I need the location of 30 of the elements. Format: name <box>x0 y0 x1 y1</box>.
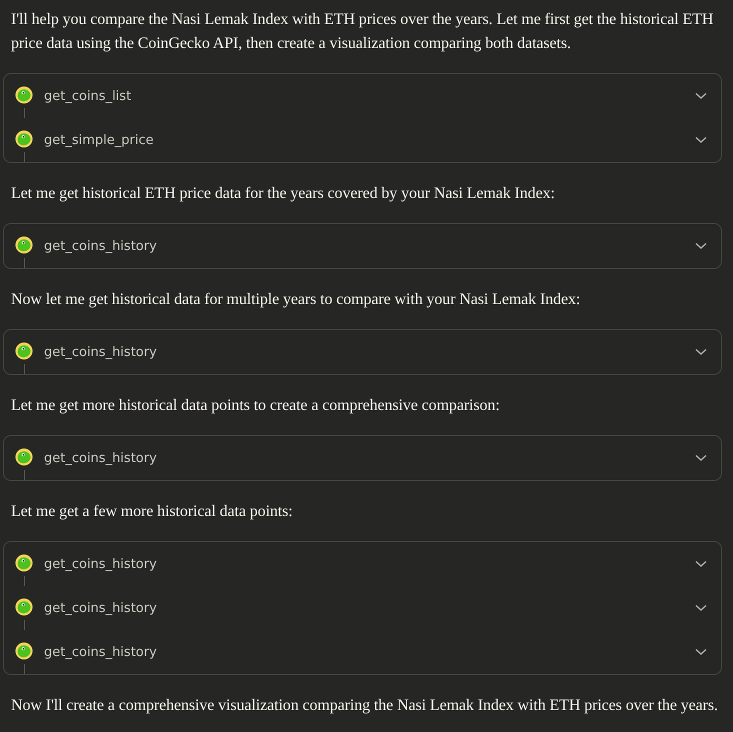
chevron-icon <box>695 348 707 356</box>
gecko-icon <box>15 554 33 572</box>
tool-call-item[interactable]: get_coins_list <box>44 74 721 118</box>
gecko-icon <box>15 448 33 466</box>
message-text: Let me get a few more historical data points: <box>11 502 294 522</box>
tool-call-item[interactable]: get_coins_history <box>44 224 721 268</box>
gecko-icon <box>15 642 33 660</box>
gecko-icon <box>15 86 33 104</box>
tool-call-item[interactable]: get_coins_history <box>44 630 721 674</box>
chevron-icon <box>695 136 707 144</box>
chevron-icon <box>695 648 707 656</box>
message-text: Now I'll create a comprehensive visualization comparing the Nasi Lemak Index with ETH prices over the years. <box>11 696 719 716</box>
tool-call-item[interactable]: get_simple_price <box>44 118 721 162</box>
gecko-icon <box>15 130 33 148</box>
gecko-icon <box>15 598 33 616</box>
gecko-icon <box>15 236 33 254</box>
message-text: I'll help you compare the Nasi Lemak Index with ETH prices over the years. Let me first get the historical ETH price data using the CoinGecko API, then create a visualization comparing both datasets. <box>11 10 714 54</box>
chevron-icon <box>695 604 707 612</box>
message-text: Let me get historical ETH price data for the years covered by your Nasi Lemak Index: <box>11 184 556 204</box>
message-text: Let me get more historical data points to create a comprehensive comparison: <box>11 396 501 416</box>
tool-call-item[interactable]: get_coins_history <box>44 330 721 374</box>
message-text: Now let me get historical data for multiple years to compare with your Nasi Lemak Index: <box>11 290 582 310</box>
chevron-icon <box>695 92 707 100</box>
tool-call-item[interactable]: get_coins_history <box>44 542 721 586</box>
tool-call-item[interactable]: get_coins_history <box>44 436 721 480</box>
chevron-icon <box>695 560 707 568</box>
gecko-icon <box>15 342 33 360</box>
tool-call-item[interactable]: get_coins_history <box>44 586 721 630</box>
chevron-icon <box>695 242 707 250</box>
chevron-icon <box>695 454 707 462</box>
